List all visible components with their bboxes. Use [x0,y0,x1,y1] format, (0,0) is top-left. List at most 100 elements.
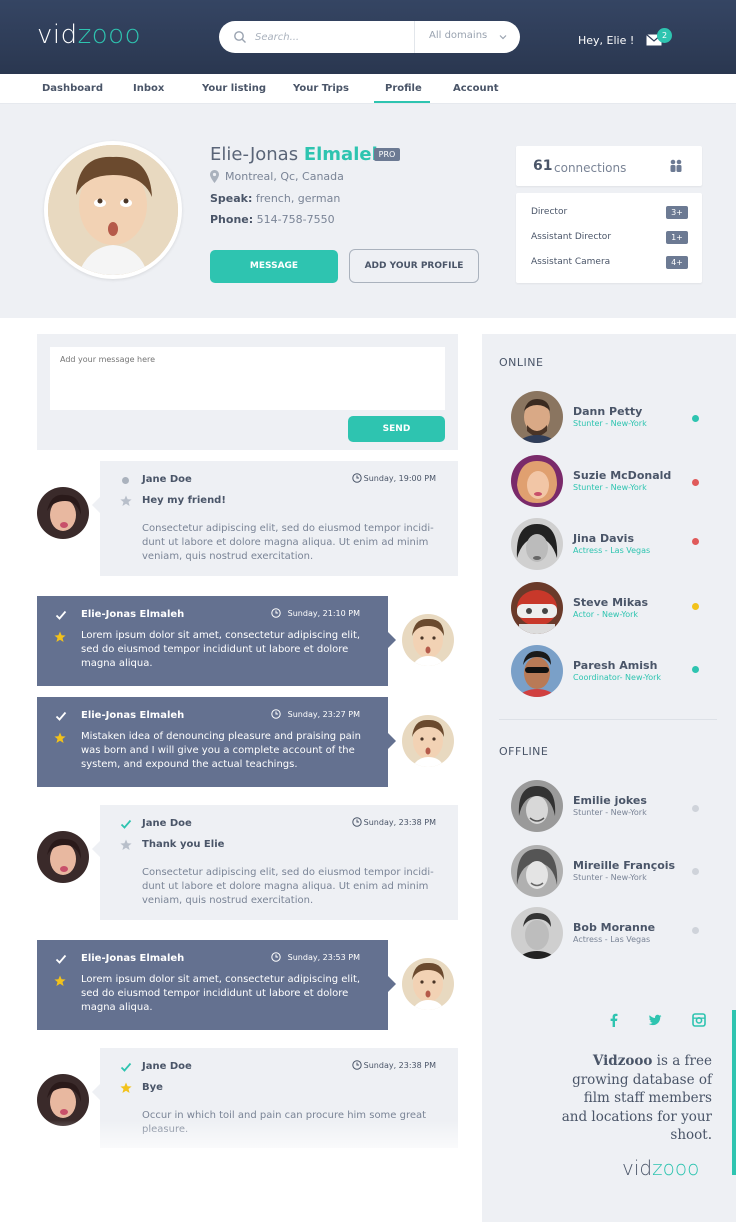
message-body: Consectetur adipiscing elit, sed do eius… [142,867,434,906]
star-icon[interactable] [54,732,66,744]
avatar[interactable] [402,958,454,1010]
footer-logo[interactable]: vidzooo [622,1156,699,1180]
nav-profile[interactable]: Profile [385,83,422,94]
message-outgoing: Elie-Jonas Elmaleh Sunday, 21:10 PM Lore… [37,596,396,686]
star-icon[interactable] [54,975,66,987]
message-author: Elie-Jonas Elmaleh [81,710,185,721]
message-input[interactable] [50,347,445,410]
nav-inbox[interactable]: Inbox [133,83,164,94]
message-subject: Thank you Elie [142,839,225,850]
add-profile-button[interactable]: ADD YOUR PROFILE [349,249,479,283]
avatar[interactable] [37,831,89,883]
nav-active-indicator [374,101,430,103]
search-input[interactable] [255,27,405,47]
message-body: Lorem ipsum dolor sit amet, consectetur … [81,630,361,669]
avatar[interactable] [511,907,563,959]
avatar[interactable] [511,645,563,697]
message-subject: Bye [142,1082,163,1093]
avatar[interactable] [402,614,454,666]
status-dot [692,868,699,875]
avatar[interactable] [402,715,454,767]
search-bar: All domains [219,21,520,53]
avatar[interactable] [37,1074,89,1126]
contact-name[interactable]: Bob Moranne [573,921,655,934]
avatar[interactable] [511,582,563,634]
contact-name[interactable]: Jina Davis [573,532,634,545]
send-button[interactable]: SEND [348,416,445,442]
clock-icon [352,473,362,483]
message-incoming: Jane Doe Sunday, 23:38 PM Thank you Elie… [92,805,458,920]
unread-dot-icon [122,477,129,484]
location-pin-icon [210,170,219,183]
profile-languages: Speak: french, german [210,192,341,205]
role-count-badge: 4+ [666,256,688,269]
status-dot [692,666,699,673]
check-icon [55,954,67,964]
status-dot [692,927,699,934]
avatar[interactable] [511,455,563,507]
message-incoming: Jane Doe Sunday, 19:00 PM Hey my friend!… [92,461,458,576]
star-icon[interactable] [120,839,132,851]
message-time: Sunday, 19:00 PM [363,474,436,483]
contact-role: Stunter - New-York [573,873,647,882]
message-author: Elie-Jonas Elmaleh [81,953,185,964]
domain-select[interactable]: All domains [429,30,487,41]
contact-name[interactable]: Emilie jokes [573,794,647,807]
message-time: Sunday, 23:38 PM [363,818,436,827]
avatar[interactable] [511,518,563,570]
check-icon [55,711,67,721]
people-icon [670,159,682,172]
role-label: Assistant Director [531,232,612,242]
nav-your-trips[interactable]: Your Trips [293,83,349,94]
contact-role: Actress - Las Vegas [573,546,651,555]
message-time: Sunday, 23:53 PM [287,953,360,962]
nav-your-listing[interactable]: Your listing [202,83,266,94]
top-header: vidzooo All domains Hey, Elie ! 2 [0,0,736,74]
message-time: Sunday, 21:10 PM [287,609,360,618]
status-dot [692,603,699,610]
instagram-icon[interactable] [692,1013,706,1027]
role-count-badge: 1+ [666,231,688,244]
contact-name[interactable]: Suzie McDonald [573,469,671,482]
twitter-icon[interactable] [648,1013,662,1027]
logo[interactable]: vidzooo [37,20,141,50]
contact-name[interactable]: Paresh Amish [573,659,657,672]
avatar[interactable] [511,845,563,897]
role-label: Director [531,207,568,217]
search-divider [414,21,415,53]
contact-role: Actress - Las Vegas [573,935,651,944]
star-icon[interactable] [120,1082,132,1094]
status-dot [692,538,699,545]
nav-dashboard[interactable]: Dashboard [42,83,103,94]
facebook-icon[interactable] [607,1013,621,1027]
avatar[interactable] [511,391,563,443]
contact-name[interactable]: Mireille François [573,859,675,872]
message-time: Sunday, 23:27 PM [287,710,360,719]
contact-role: Actor - New-York [573,610,639,619]
role-count-badge: 3+ [666,206,688,219]
profile-phone: Phone: 514-758-7550 [210,213,335,226]
message-author: Jane Doe [142,818,192,829]
avatar[interactable] [511,780,563,832]
profile-name: Elie-Jonas Elmaleh [210,144,385,165]
chevron-down-icon[interactable] [499,33,507,41]
nav-account[interactable]: Account [453,83,498,94]
message-button[interactable]: MESSAGE [210,250,338,283]
status-dot [692,415,699,422]
accent-edge-bar [732,1010,736,1175]
message-subject: Hey my friend! [142,495,226,506]
star-icon[interactable] [54,631,66,643]
contact-role: Stunter - New-York [573,419,647,428]
star-icon[interactable] [120,495,132,507]
contact-role: Stunter - New-York [573,808,647,817]
check-icon [120,1062,132,1072]
connections-card[interactable]: 61 connections [516,146,702,186]
avatar[interactable] [37,487,89,539]
feed-fade-overlay [37,1120,477,1160]
contact-name[interactable]: Dann Petty [573,405,642,418]
online-heading: ONLINE [499,356,544,369]
message-time: Sunday, 23:38 PM [363,1061,436,1070]
contact-name[interactable]: Steve Mikas [573,596,648,609]
user-greeting[interactable]: Hey, Elie ! [578,34,634,47]
roles-card: Director 3+ Assistant Director 1+ Assist… [516,193,702,283]
